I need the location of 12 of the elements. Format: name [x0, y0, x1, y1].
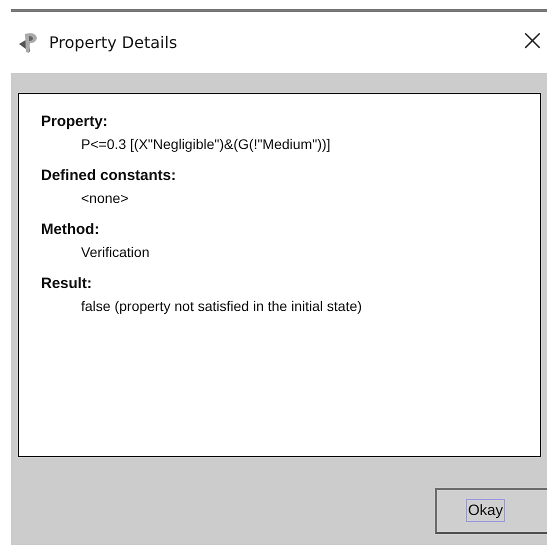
window-title: Property Details [49, 32, 178, 54]
section-value: <none> [80, 189, 130, 207]
section-heading: Method: [41, 220, 100, 239]
app-icon [17, 30, 39, 54]
okay-button[interactable]: Okay [435, 488, 547, 534]
section-heading: Result: [41, 274, 93, 293]
section-value: P<=0.3 [(X"Negligible")&(G(!"Medium"))] [80, 135, 332, 153]
close-button[interactable]: × [520, 26, 547, 60]
section-heading: Property: [41, 112, 109, 131]
section-heading: Defined constants: [41, 166, 178, 185]
section-value: Verification [80, 243, 150, 261]
section-value: false (property not satisfied in the initial state) [80, 297, 363, 315]
